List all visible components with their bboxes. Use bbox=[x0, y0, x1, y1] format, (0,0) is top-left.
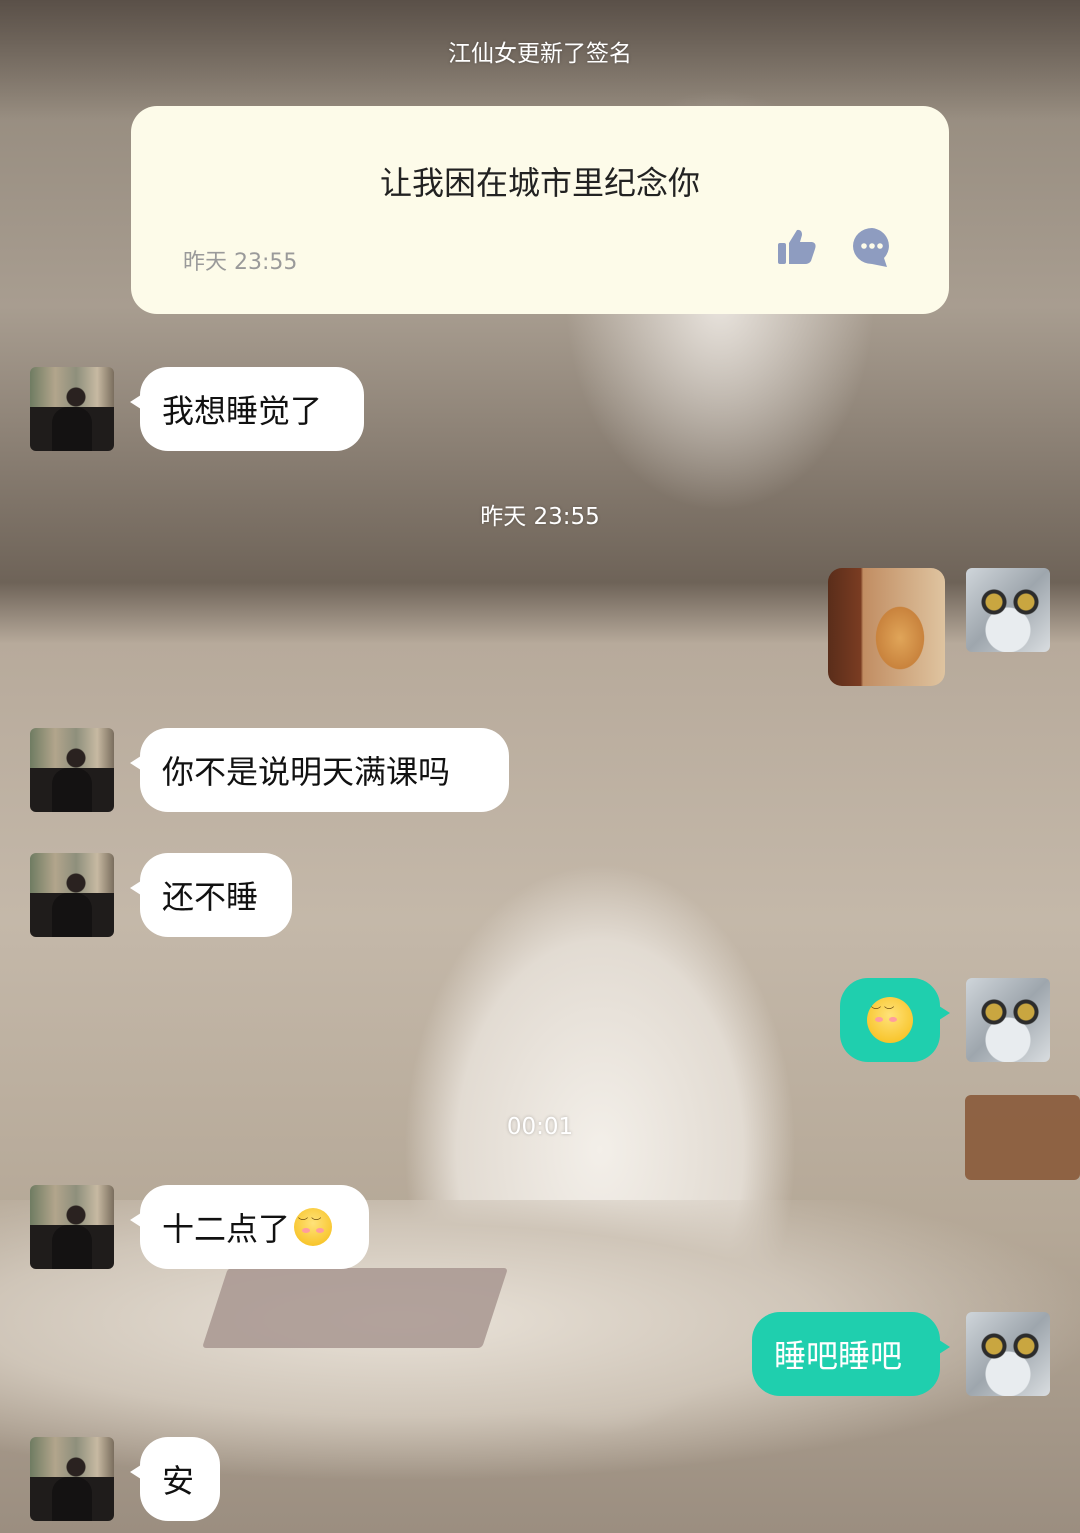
thumbs-up-icon[interactable] bbox=[776, 226, 818, 268]
message-timestamp: 00:01 bbox=[506, 1114, 574, 1140]
contact-avatar[interactable] bbox=[30, 1185, 114, 1269]
message-timestamp: 昨天 23:55 bbox=[480, 504, 600, 530]
signature-card[interactable]: 让我困在城市里纪念你 昨天 23:55 bbox=[131, 106, 949, 314]
message-text: 你不是说明天满课吗 bbox=[162, 753, 451, 791]
message-text: 安 bbox=[162, 1462, 195, 1500]
comment-bubble-icon[interactable] bbox=[851, 226, 893, 268]
blushing-smiley-icon bbox=[867, 997, 913, 1043]
message-text: 我想睡觉了 bbox=[162, 392, 323, 430]
peeking-cat-sticker[interactable] bbox=[828, 568, 945, 686]
my-avatar[interactable] bbox=[966, 568, 1050, 652]
contact-avatar[interactable] bbox=[30, 853, 114, 937]
my-avatar[interactable] bbox=[966, 1312, 1050, 1396]
my-avatar[interactable] bbox=[966, 978, 1050, 1062]
message-text: 还不睡 bbox=[162, 878, 259, 916]
blushing-smiley-icon bbox=[294, 1208, 333, 1246]
signature-text: 让我困在城市里纪念你 bbox=[379, 164, 700, 202]
message-bubble[interactable]: 安 bbox=[130, 1437, 220, 1521]
contact-avatar[interactable] bbox=[30, 728, 114, 812]
signature-time: 昨天 23:55 bbox=[183, 250, 298, 275]
message-bubble[interactable]: 你不是说明天满课吗 bbox=[130, 728, 509, 812]
message-bubble[interactable]: 十二点了 bbox=[130, 1185, 369, 1269]
message-text: 睡吧睡吧 bbox=[774, 1337, 903, 1375]
message-bubble[interactable]: 我想睡觉了 bbox=[130, 367, 364, 451]
contact-avatar[interactable] bbox=[30, 367, 114, 451]
message-text: 十二点了 bbox=[162, 1210, 291, 1248]
background-book bbox=[202, 1268, 508, 1348]
emoji-message-bubble[interactable] bbox=[840, 978, 950, 1062]
message-bubble[interactable]: 还不睡 bbox=[130, 853, 292, 937]
message-bubble[interactable]: 睡吧睡吧 bbox=[752, 1312, 950, 1396]
signature-update-notice: 江仙女更新了签名 bbox=[448, 41, 632, 67]
contact-avatar[interactable] bbox=[30, 1437, 114, 1521]
